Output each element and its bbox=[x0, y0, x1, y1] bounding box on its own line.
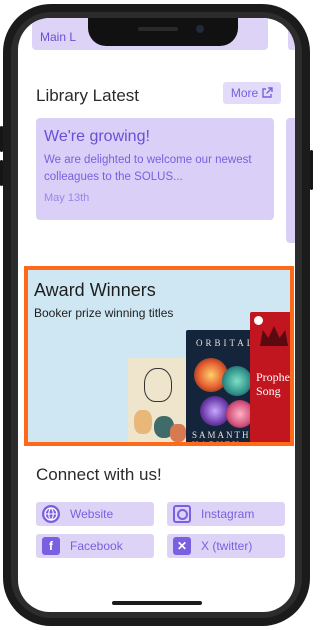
facebook-icon: f bbox=[42, 537, 60, 555]
cover-orb bbox=[222, 366, 252, 396]
book-cover-orbital: ORBITAL SAMANTH HARVEY bbox=[186, 330, 258, 446]
main-card-label: Main L bbox=[40, 30, 77, 44]
x-twitter-label: X (twitter) bbox=[201, 539, 253, 553]
news-card[interactable]: We're growing! We are delighted to welco… bbox=[36, 118, 274, 220]
volume-down-button bbox=[0, 160, 3, 186]
news-body: We are delighted to welcome our newest c… bbox=[44, 154, 252, 183]
banner-subtitle: Booker prize winning titles bbox=[34, 306, 174, 320]
more-label: More bbox=[230, 86, 259, 100]
notch bbox=[88, 18, 238, 46]
front-camera-icon bbox=[196, 25, 204, 33]
x-twitter-button[interactable]: ✕ X (twitter) bbox=[167, 534, 285, 558]
globe-icon bbox=[42, 505, 60, 523]
crown-illustration bbox=[260, 326, 288, 346]
more-button[interactable]: More bbox=[223, 82, 281, 104]
instagram-icon bbox=[173, 505, 191, 523]
news-card-peek[interactable] bbox=[286, 118, 295, 243]
home-indicator[interactable] bbox=[112, 601, 202, 605]
x-icon: ✕ bbox=[173, 537, 191, 555]
instagram-label: Instagram bbox=[201, 507, 255, 521]
news-date: May 13th bbox=[44, 192, 90, 204]
book-title: Prophet Song bbox=[256, 370, 294, 398]
book-author: SAMANTH HARVEY bbox=[192, 430, 251, 446]
website-button[interactable]: Website bbox=[36, 502, 154, 526]
banner-title: Award Winners bbox=[34, 280, 156, 300]
face-illustration bbox=[144, 368, 172, 402]
book-cover-1 bbox=[128, 358, 190, 442]
book-title: ORBITAL bbox=[196, 338, 256, 348]
cover-shape bbox=[170, 424, 186, 442]
cover-shape bbox=[134, 410, 152, 434]
speaker-grille bbox=[138, 27, 178, 31]
power-button bbox=[310, 150, 313, 190]
award-seal-icon bbox=[254, 316, 263, 325]
award-winners-banner[interactable]: Award Winners Booker prize winning title… bbox=[24, 266, 294, 446]
top-card-peek[interactable] bbox=[288, 18, 295, 50]
phone-screen: Main L Library Latest More We're growing… bbox=[18, 18, 295, 612]
facebook-button[interactable]: f Facebook bbox=[36, 534, 154, 558]
connect-section-title: Connect with us! bbox=[36, 465, 162, 484]
library-section-title: Library Latest bbox=[36, 86, 139, 105]
volume-up-button bbox=[0, 126, 3, 152]
book-cover-prophet-song: Prophet Song bbox=[250, 312, 294, 442]
facebook-label: Facebook bbox=[70, 539, 123, 553]
instagram-button[interactable]: Instagram bbox=[167, 502, 285, 526]
news-title: We're growing! bbox=[44, 128, 150, 145]
external-link-icon bbox=[262, 87, 273, 98]
website-label: Website bbox=[70, 507, 114, 521]
